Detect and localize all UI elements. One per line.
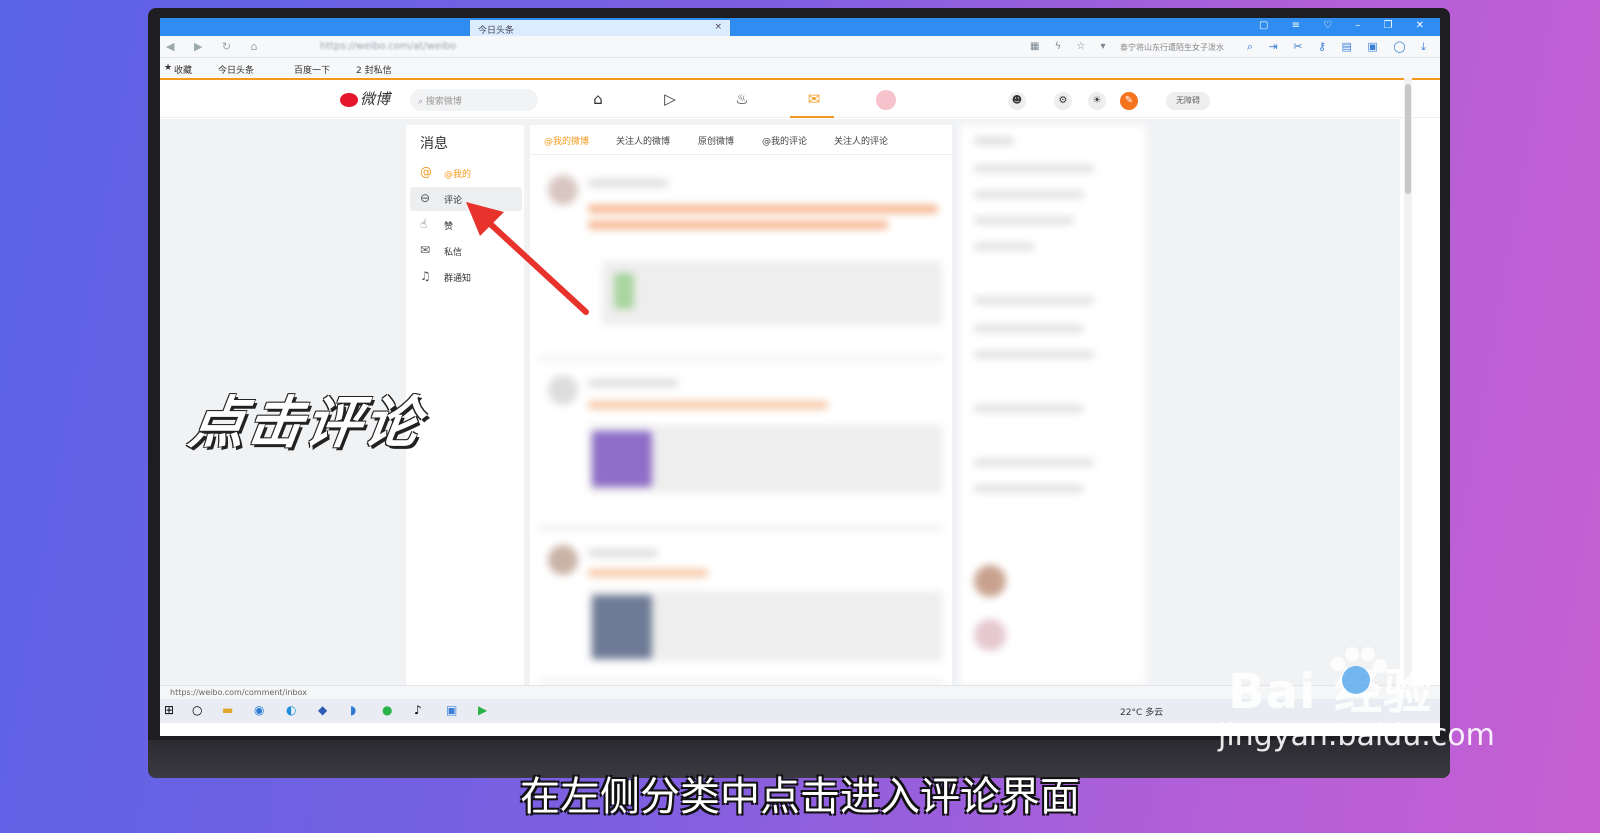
sidebar-item-group-notices[interactable]: ♫ 群通知	[410, 265, 522, 289]
browser-tab[interactable]: 今日头条 ×	[470, 20, 730, 36]
tab-followed-weibo[interactable]: 关注人的微博	[616, 134, 670, 147]
scrollbar-thumb[interactable]	[1405, 84, 1411, 194]
bookmarks-bar: ★ 收藏 今日头条 百度一下 2 封私信	[160, 58, 1440, 78]
browser-tab-bar: 今日头条 × ▢ ≡ ♡ – ❐ ✕	[160, 18, 1440, 36]
step-title-overlay: 点击评论	[184, 391, 426, 456]
gear-icon[interactable]: ⚙	[1054, 92, 1072, 110]
video-icon[interactable]: ▷	[660, 90, 680, 110]
at-icon: @	[420, 165, 432, 179]
accessibility-button[interactable]: 无障碍	[1166, 92, 1210, 110]
mail-icon: ✉	[420, 243, 431, 257]
sidebar-item-private-messages[interactable]: ✉ 私信	[410, 239, 522, 263]
bookmark-toutiao[interactable]: 今日头条	[218, 63, 254, 76]
tab-followed-comments[interactable]: 关注人的评论	[834, 134, 888, 147]
watermark-domain: jingyan.baidu.com	[1218, 718, 1495, 753]
subtitle-caption: 在左侧分类中点击进入评论界面	[520, 774, 1080, 820]
window-controls[interactable]: ▢ ≡ ♡ – ❐ ✕	[1259, 20, 1434, 31]
sidebar-item-likes[interactable]: ☝ 赞	[410, 213, 522, 237]
avatar[interactable]	[876, 90, 896, 110]
like-icon: ☝	[420, 217, 428, 231]
robot-icon[interactable]: ☻	[1008, 92, 1026, 110]
app-icon[interactable]: ◗	[350, 703, 356, 717]
weather-status[interactable]: 22°C 多云	[1120, 705, 1163, 718]
message-icon[interactable]: ✉	[804, 90, 824, 110]
feed-card[interactable]	[538, 535, 944, 685]
address-bar: ◀ ▶ ↻ ⌂ https://weibo.com/at/weibo ▦ ϟ ☆…	[160, 36, 1440, 58]
theme-icon[interactable]: ☀	[1088, 92, 1106, 110]
tab-at-my-comments[interactable]: @我的评论	[762, 134, 807, 147]
edge-icon[interactable]: ◐	[286, 703, 296, 717]
home-icon[interactable]: ⌂	[588, 90, 608, 110]
right-sidebar	[960, 125, 1146, 685]
app-icon[interactable]: ▣	[446, 703, 457, 717]
windows-start-icon[interactable]: ⊞	[164, 703, 174, 717]
wechat-icon[interactable]: ●	[382, 703, 392, 717]
tab-close-button[interactable]: ×	[714, 22, 722, 32]
hot-search-text[interactable]: 泰宁将山东行遭陌生女子泼水	[1120, 42, 1224, 53]
compose-icon[interactable]: ✎	[1120, 92, 1138, 110]
feed-tabs: @我的微博 关注人的微博 原创微博 @我的评论 关注人的评论	[530, 125, 952, 155]
weibo-logo[interactable]: 微博	[340, 88, 400, 112]
weibo-eye-icon	[340, 93, 358, 107]
hot-icon[interactable]: ♨	[732, 90, 752, 110]
screen: 今日头条 × ▢ ≡ ♡ – ❐ ✕ ◀ ▶ ↻ ⌂ https://weibo…	[160, 18, 1440, 736]
baidu-watermark: Bai 经验 jingyan.baidu.com	[1218, 647, 1495, 753]
search-placeholder: 搜索微博	[425, 97, 462, 107]
bookmark-favorites[interactable]: 收藏	[174, 63, 192, 76]
app-icon[interactable]: ◆	[318, 703, 327, 717]
bookmark-baidu[interactable]: 百度一下	[294, 63, 330, 76]
search-input[interactable]: ⌕ 搜索微博	[410, 89, 538, 111]
play-icon[interactable]: ▶	[478, 703, 487, 717]
page-scrollbar[interactable]	[1404, 78, 1412, 686]
tab-title: 今日头条	[478, 26, 515, 36]
feed-card[interactable]	[538, 165, 944, 361]
sidebar-item-comments[interactable]: ⊖ 评论	[410, 187, 522, 211]
folder-icon[interactable]: ▬	[222, 703, 233, 717]
baidu-paw-icon	[1331, 647, 1387, 694]
search-icon[interactable]: ○	[192, 703, 202, 717]
status-url: https://weibo.com/comment/inbox	[170, 688, 307, 697]
active-nav-underline	[790, 116, 834, 118]
sidebar-item-at-mine[interactable]: @ @我的	[410, 161, 522, 185]
address-tools[interactable]: ▦ ϟ ☆ ▾	[1030, 41, 1112, 52]
url-field[interactable]: https://weibo.com/at/weibo	[320, 41, 456, 52]
bookmark-star-icon: ★	[164, 63, 173, 73]
bookmark-messages[interactable]: 2 封私信	[356, 63, 392, 76]
browser-icon[interactable]: ◉	[254, 703, 264, 717]
bell-icon: ♫	[420, 269, 431, 283]
tiktok-icon[interactable]: ♪	[414, 703, 422, 717]
weibo-header: 微博 ⌕ 搜索微博 ⌂ ▷ ♨ ✉ ☻ ⚙ ☀ ✎ 无障碍	[160, 78, 1440, 118]
comment-icon: ⊖	[420, 191, 431, 205]
feed-card[interactable]	[538, 365, 944, 531]
sidebar-title: 消息	[420, 136, 448, 152]
tab-original-weibo[interactable]: 原创微博	[698, 134, 734, 147]
tab-at-my-weibo[interactable]: @我的微博	[544, 134, 589, 147]
extension-icons[interactable]: ⌕ ⇥ ✂ ⚷ ▤ ▣ ◯ ⤓	[1247, 40, 1432, 54]
main-feed: @我的微博 关注人的微博 原创微博 @我的评论 关注人的评论	[530, 125, 952, 685]
nav-buttons[interactable]: ◀ ▶ ↻ ⌂	[166, 40, 266, 53]
